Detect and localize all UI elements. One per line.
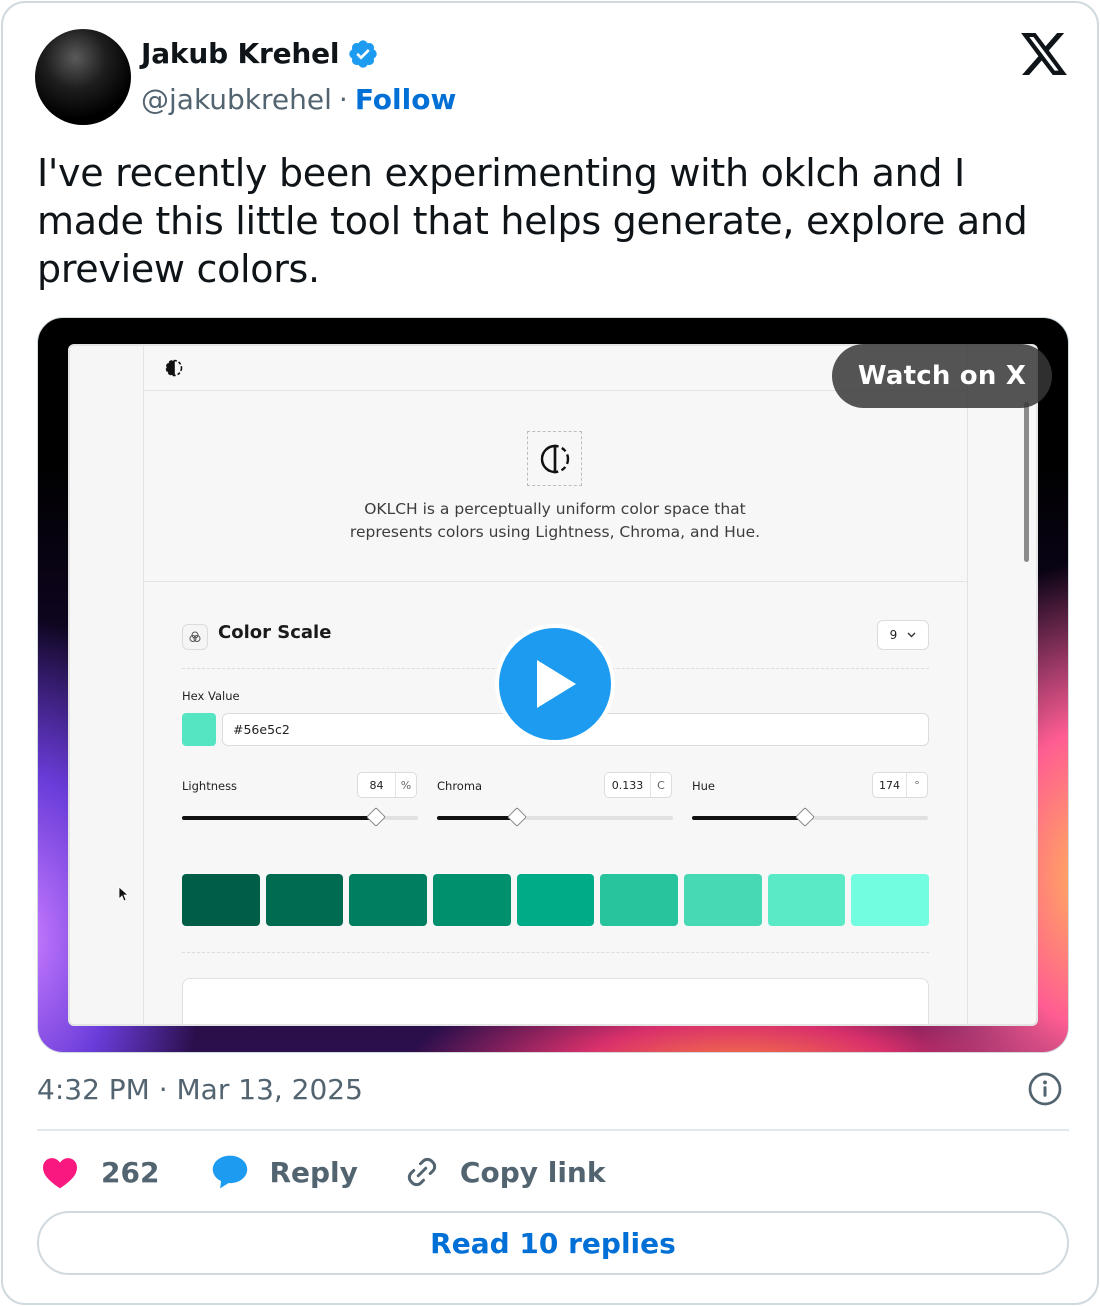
app-right-border (967, 346, 968, 1024)
play-icon (537, 660, 576, 708)
author-row: Jakub Krehel (141, 37, 379, 70)
preview-card (182, 978, 929, 1024)
app-left-gutter (70, 346, 144, 1024)
color-scale-swatches (182, 874, 930, 926)
separator-dot: · (338, 83, 348, 116)
avatar[interactable] (35, 29, 131, 125)
chroma-label: Chroma (437, 779, 483, 793)
tweet-card: Jakub Krehel @jakubkrehel · Follow I've … (1, 1, 1099, 1305)
follow-link[interactable]: Follow (355, 83, 457, 116)
reply-label: Reply (269, 1155, 358, 1189)
hue-slider-thumb[interactable] (795, 807, 816, 827)
likes-count: 262 (101, 1155, 160, 1189)
hue-number-input[interactable]: 174 ° (872, 772, 928, 798)
chevron-down-icon (907, 632, 916, 638)
chroma-slider[interactable] (437, 807, 673, 827)
lightness-slider[interactable] (182, 807, 418, 827)
scale-swatch-5[interactable] (516, 874, 595, 926)
hue-value: 174 (873, 773, 907, 797)
author-name[interactable]: Jakub Krehel (141, 37, 339, 70)
copy-link-button[interactable]: Copy link (404, 1154, 606, 1190)
read-replies-button[interactable]: Read 10 replies (37, 1211, 1069, 1275)
info-icon[interactable] (1027, 1071, 1063, 1107)
scale-swatch-9[interactable] (851, 874, 930, 926)
oklch-hero-logo-icon (540, 444, 570, 474)
reply-button[interactable]: Reply (211, 1154, 358, 1190)
action-bar: 262 Reply Copy link (41, 1149, 605, 1195)
hue-slider-fill (692, 816, 806, 820)
lightness-value: 84 (358, 773, 396, 797)
hue-label: Hue (692, 779, 716, 793)
chroma-unit: C (657, 778, 665, 792)
scale-divider (182, 952, 929, 953)
author-handle[interactable]: @jakubkrehel (141, 83, 332, 116)
x-logo-icon[interactable] (1021, 33, 1067, 75)
heart-icon (43, 1158, 77, 1189)
hue-unit: ° (914, 778, 920, 792)
section-title: Color Scale (218, 622, 332, 643)
app-scrollbar (1024, 402, 1029, 562)
copy-link-label: Copy link (459, 1155, 606, 1189)
scale-steps-value: 9 (889, 628, 898, 642)
scale-swatch-1[interactable] (182, 874, 260, 926)
scale-swatch-3[interactable] (349, 874, 428, 926)
lightness-slider-fill (182, 816, 376, 820)
chroma-value: 0.133 (605, 773, 651, 797)
verified-badge-icon (349, 39, 377, 68)
oklch-logo-icon (165, 359, 183, 377)
lightness-slider-thumb[interactable] (365, 807, 386, 827)
tweet-text: I've recently been experimenting with ok… (37, 151, 1028, 291)
footer-divider (37, 1129, 1069, 1131)
play-button[interactable] (495, 624, 615, 744)
handle-row: @jakubkrehel · Follow (141, 83, 456, 116)
scale-steps-select[interactable]: 9 (877, 620, 929, 650)
lightness-unit: % (400, 778, 412, 792)
scale-swatch-7[interactable] (684, 874, 762, 926)
app-description: OKLCH is a perceptually uniform color sp… (349, 500, 761, 541)
mouse-cursor-icon (118, 886, 128, 902)
hue-slider[interactable] (692, 807, 928, 827)
link-icon (407, 1157, 436, 1187)
video-player[interactable]: OKLCH is a perceptually uniform color sp… (37, 317, 1069, 1053)
scale-swatch-2[interactable] (265, 874, 344, 926)
watch-on-x-button[interactable]: Watch on X (832, 344, 1052, 408)
chroma-slider-thumb[interactable] (507, 807, 528, 827)
hero-divider (144, 581, 967, 582)
scale-swatch-6[interactable] (600, 874, 679, 926)
reply-bubble-icon (213, 1155, 248, 1189)
color-picker-swatch[interactable] (182, 713, 216, 746)
circles-icon (189, 631, 201, 642)
hex-label: Hex Value (182, 689, 240, 703)
color-scale-section-icon (182, 624, 208, 650)
lightness-label: Lightness (182, 779, 238, 793)
like-button[interactable]: 262 (41, 1155, 159, 1189)
chroma-slider-fill (437, 816, 518, 820)
lightness-number-input[interactable]: 84 % (357, 772, 417, 798)
scale-swatch-4[interactable] (433, 874, 511, 926)
tweet-timestamp[interactable]: 4:32 PM · Mar 13, 2025 (37, 1073, 363, 1106)
chroma-number-input[interactable]: 0.133 C (604, 772, 672, 798)
scale-swatch-8[interactable] (767, 874, 846, 926)
